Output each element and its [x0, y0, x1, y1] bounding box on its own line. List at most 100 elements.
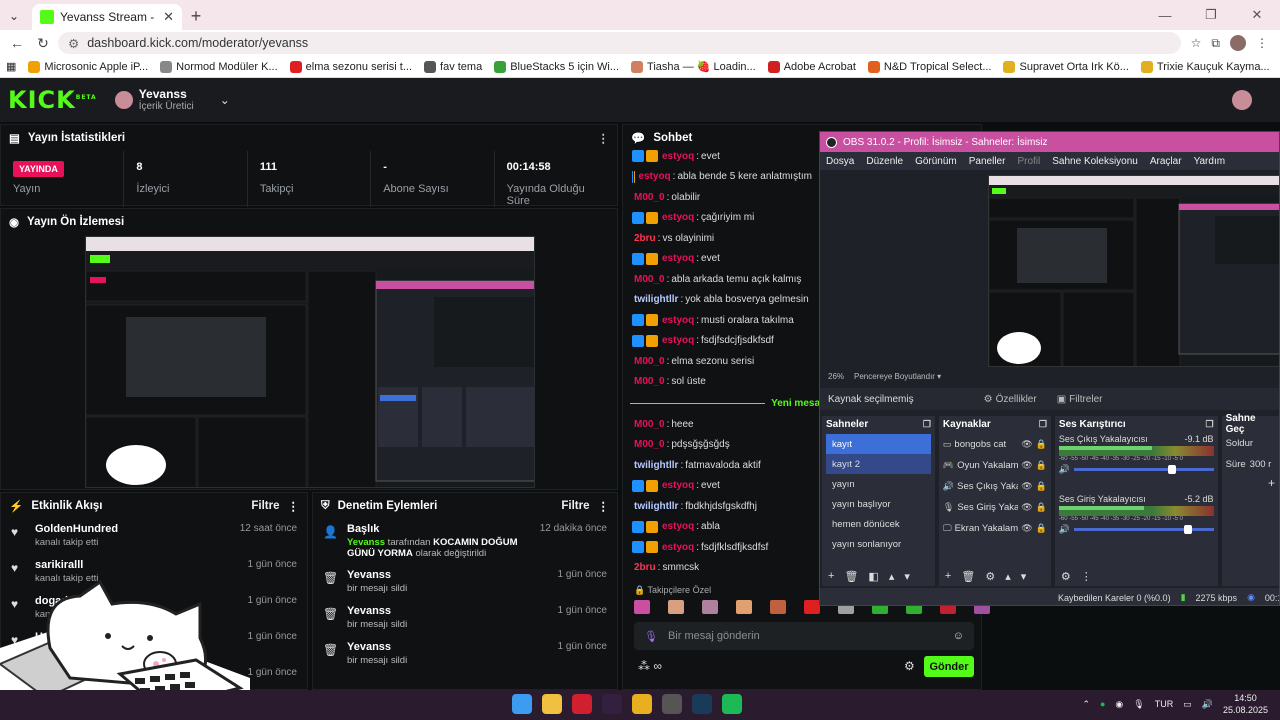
emote[interactable]	[770, 600, 786, 614]
bookmark-item[interactable]: Microsonic Apple iP...	[28, 60, 148, 73]
show-hidden-icons-icon[interactable]: ⌃	[1082, 699, 1090, 710]
speaker-icon[interactable]: 🔊	[1059, 524, 1070, 535]
chat-username[interactable]: M00_0	[634, 356, 665, 367]
browser-profile-avatar[interactable]	[1230, 35, 1246, 51]
scene-item[interactable]: hemen dönücek	[826, 514, 931, 534]
obs-preview-canvas[interactable]	[988, 175, 1279, 367]
chat-username[interactable]: estyoq	[662, 521, 694, 532]
restore-icon[interactable]: ❐	[1188, 0, 1234, 30]
emote[interactable]	[668, 600, 684, 614]
chat-username[interactable]: M00_0	[634, 274, 665, 285]
slider-knob[interactable]	[1184, 524, 1193, 534]
app-icon[interactable]	[572, 694, 592, 714]
activity-user[interactable]: GoldenHundred	[35, 523, 118, 535]
chat-username[interactable]: estyoq	[662, 480, 694, 491]
windows-start-icon[interactable]	[512, 694, 532, 714]
obs-menu-item[interactable]: Dosya	[826, 156, 854, 167]
resize-to-window-dropdown[interactable]: Pencereye Boyutlandır ▾	[854, 372, 941, 381]
bookmark-item[interactable]: BlueStacks 5 için Wi...	[494, 60, 619, 73]
extensions-icon[interactable]: ⧉	[1211, 36, 1220, 51]
bookmark-item[interactable]: fav tema	[424, 60, 482, 73]
browser-tab-active[interactable]: Yevanss Stream - Kick Dashboa ✕	[32, 4, 182, 30]
eye-icon[interactable]: 👁	[1021, 502, 1032, 513]
chat-input[interactable]: 🎙 Bir mesaj gönderin ☺	[634, 622, 974, 650]
bookmark-item[interactable]: N&D Tropical Select...	[867, 60, 991, 73]
bookmark-star-icon[interactable]: ☆	[1191, 36, 1202, 50]
obs-tray-icon[interactable]: ◉	[1115, 699, 1123, 710]
move-down-icon[interactable]: ▾	[904, 570, 910, 583]
scene-filter-icon[interactable]: ◧	[868, 570, 878, 583]
mod-filter-button[interactable]: Filtre	[561, 500, 589, 512]
new-tab-button[interactable]: +	[182, 2, 210, 30]
new-messages-divider[interactable]: Yeni mesa	[630, 396, 820, 410]
apps-grid-icon[interactable]: ▦	[6, 60, 16, 73]
source-item[interactable]: 🔊 Ses Çıkış Yakal 👁 🔒	[939, 476, 1051, 497]
eye-icon[interactable]: 👁	[1021, 523, 1032, 534]
chat-username[interactable]: twilightllr	[634, 501, 678, 512]
close-tab-icon[interactable]: ✕	[163, 9, 174, 25]
add-transition-icon[interactable]: +	[1222, 474, 1279, 492]
chat-username[interactable]: estyoq	[662, 335, 694, 346]
volume-slider[interactable]: 🔊	[1059, 524, 1214, 534]
emote[interactable]	[736, 600, 752, 614]
chat-username[interactable]: M00_0	[634, 192, 665, 203]
lock-icon[interactable]: 🔒	[1036, 481, 1047, 492]
dock-popout-icon[interactable]: ❐	[1039, 419, 1047, 430]
bookmark-item[interactable]: Tiasha — 🍓 Loadin...	[631, 60, 756, 73]
obs-menu-item[interactable]: Görünüm	[915, 156, 957, 167]
chat-username[interactable]: 2bru	[634, 233, 656, 244]
slider-knob[interactable]	[1167, 464, 1176, 474]
file-explorer-icon[interactable]	[542, 694, 562, 714]
back-arrow-icon[interactable]: ←	[6, 32, 28, 54]
emote[interactable]	[634, 600, 650, 614]
eye-icon[interactable]: 👁	[1021, 439, 1032, 450]
stream-preview-video[interactable]	[85, 236, 535, 488]
chat-username[interactable]: estyoq	[662, 542, 694, 553]
chat-username[interactable]: M00_0	[634, 439, 665, 450]
chrome-icon[interactable]	[632, 694, 652, 714]
move-up-icon[interactable]: ▴	[1005, 570, 1011, 583]
obs-menu-item[interactable]: Sahne Koleksiyonu	[1052, 156, 1138, 167]
chevron-down-icon[interactable]: ⌄	[220, 93, 230, 107]
speaker-icon[interactable]: 🔊	[1059, 464, 1070, 475]
spotify-icon[interactable]	[722, 694, 742, 714]
obs-menu-item[interactable]: Düzenle	[866, 156, 903, 167]
volume-slider[interactable]: 🔊	[1059, 464, 1214, 474]
source-item[interactable]: 🎙 Ses Giriş Yakal 👁 🔒	[939, 497, 1051, 518]
activity-user[interactable]: sarikiralll	[35, 559, 98, 571]
tab-search-chevron-icon[interactable]: ⌄	[0, 2, 28, 30]
microphone-icon[interactable]: 🎙	[644, 630, 658, 643]
chat-username[interactable]: 2bru	[634, 562, 656, 573]
mixer-settings-icon[interactable]: ⚙	[1061, 570, 1071, 583]
mixer-menu-icon[interactable]: ⋮	[1081, 570, 1092, 583]
delete-scene-icon[interactable]: 🗑	[844, 570, 858, 583]
lock-icon[interactable]: 🔒	[1036, 460, 1047, 471]
user-avatar[interactable]	[1232, 90, 1252, 110]
chat-username[interactable]: estyoq	[662, 151, 694, 162]
obs-menu-item[interactable]: Paneller	[969, 156, 1006, 167]
obs-menu-item[interactable]: Araçlar	[1150, 156, 1182, 167]
chat-username[interactable]: estyoq	[662, 315, 694, 326]
eye-icon[interactable]: 👁	[1021, 460, 1032, 471]
channel-switcher[interactable]: Yevanss İçerik Üretici ⌄	[114, 88, 230, 112]
scene-item[interactable]: yayın	[826, 474, 931, 494]
chat-username[interactable]: twilightllr	[634, 294, 678, 305]
bookmark-item[interactable]: Normod Modüler K...	[160, 60, 278, 73]
obs-menu-item[interactable]: Yardım	[1194, 156, 1226, 167]
bookmark-item[interactable]: elma sezonu serisi t...	[289, 60, 412, 73]
reload-icon[interactable]: ↻	[32, 32, 54, 54]
emote[interactable]	[702, 600, 718, 614]
source-item[interactable]: ▭ bongobs cat 👁 🔒	[939, 434, 1051, 455]
network-icon[interactable]: ▭	[1183, 699, 1192, 710]
scene-item[interactable]: yayın başlıyor	[826, 494, 931, 514]
language-indicator[interactable]: TUR	[1155, 699, 1174, 709]
duration-input[interactable]: 300 r	[1250, 459, 1272, 470]
lock-icon[interactable]: 🔒	[1036, 523, 1047, 534]
chat-username[interactable]: twilightllr	[634, 460, 678, 471]
mic-tray-icon[interactable]: 🎙	[1133, 699, 1144, 710]
chat-username[interactable]: M00_0	[634, 376, 665, 387]
bookmark-item[interactable]: Supravet Orta Irk Kö...	[1003, 60, 1129, 73]
obs-titlebar[interactable]: OBS 31.0.2 - Profil: İsimsiz - Sahneler:…	[820, 132, 1279, 152]
dock-popout-icon[interactable]: ❐	[923, 419, 931, 430]
mod-menu-icon[interactable]: ⋮	[598, 499, 610, 513]
